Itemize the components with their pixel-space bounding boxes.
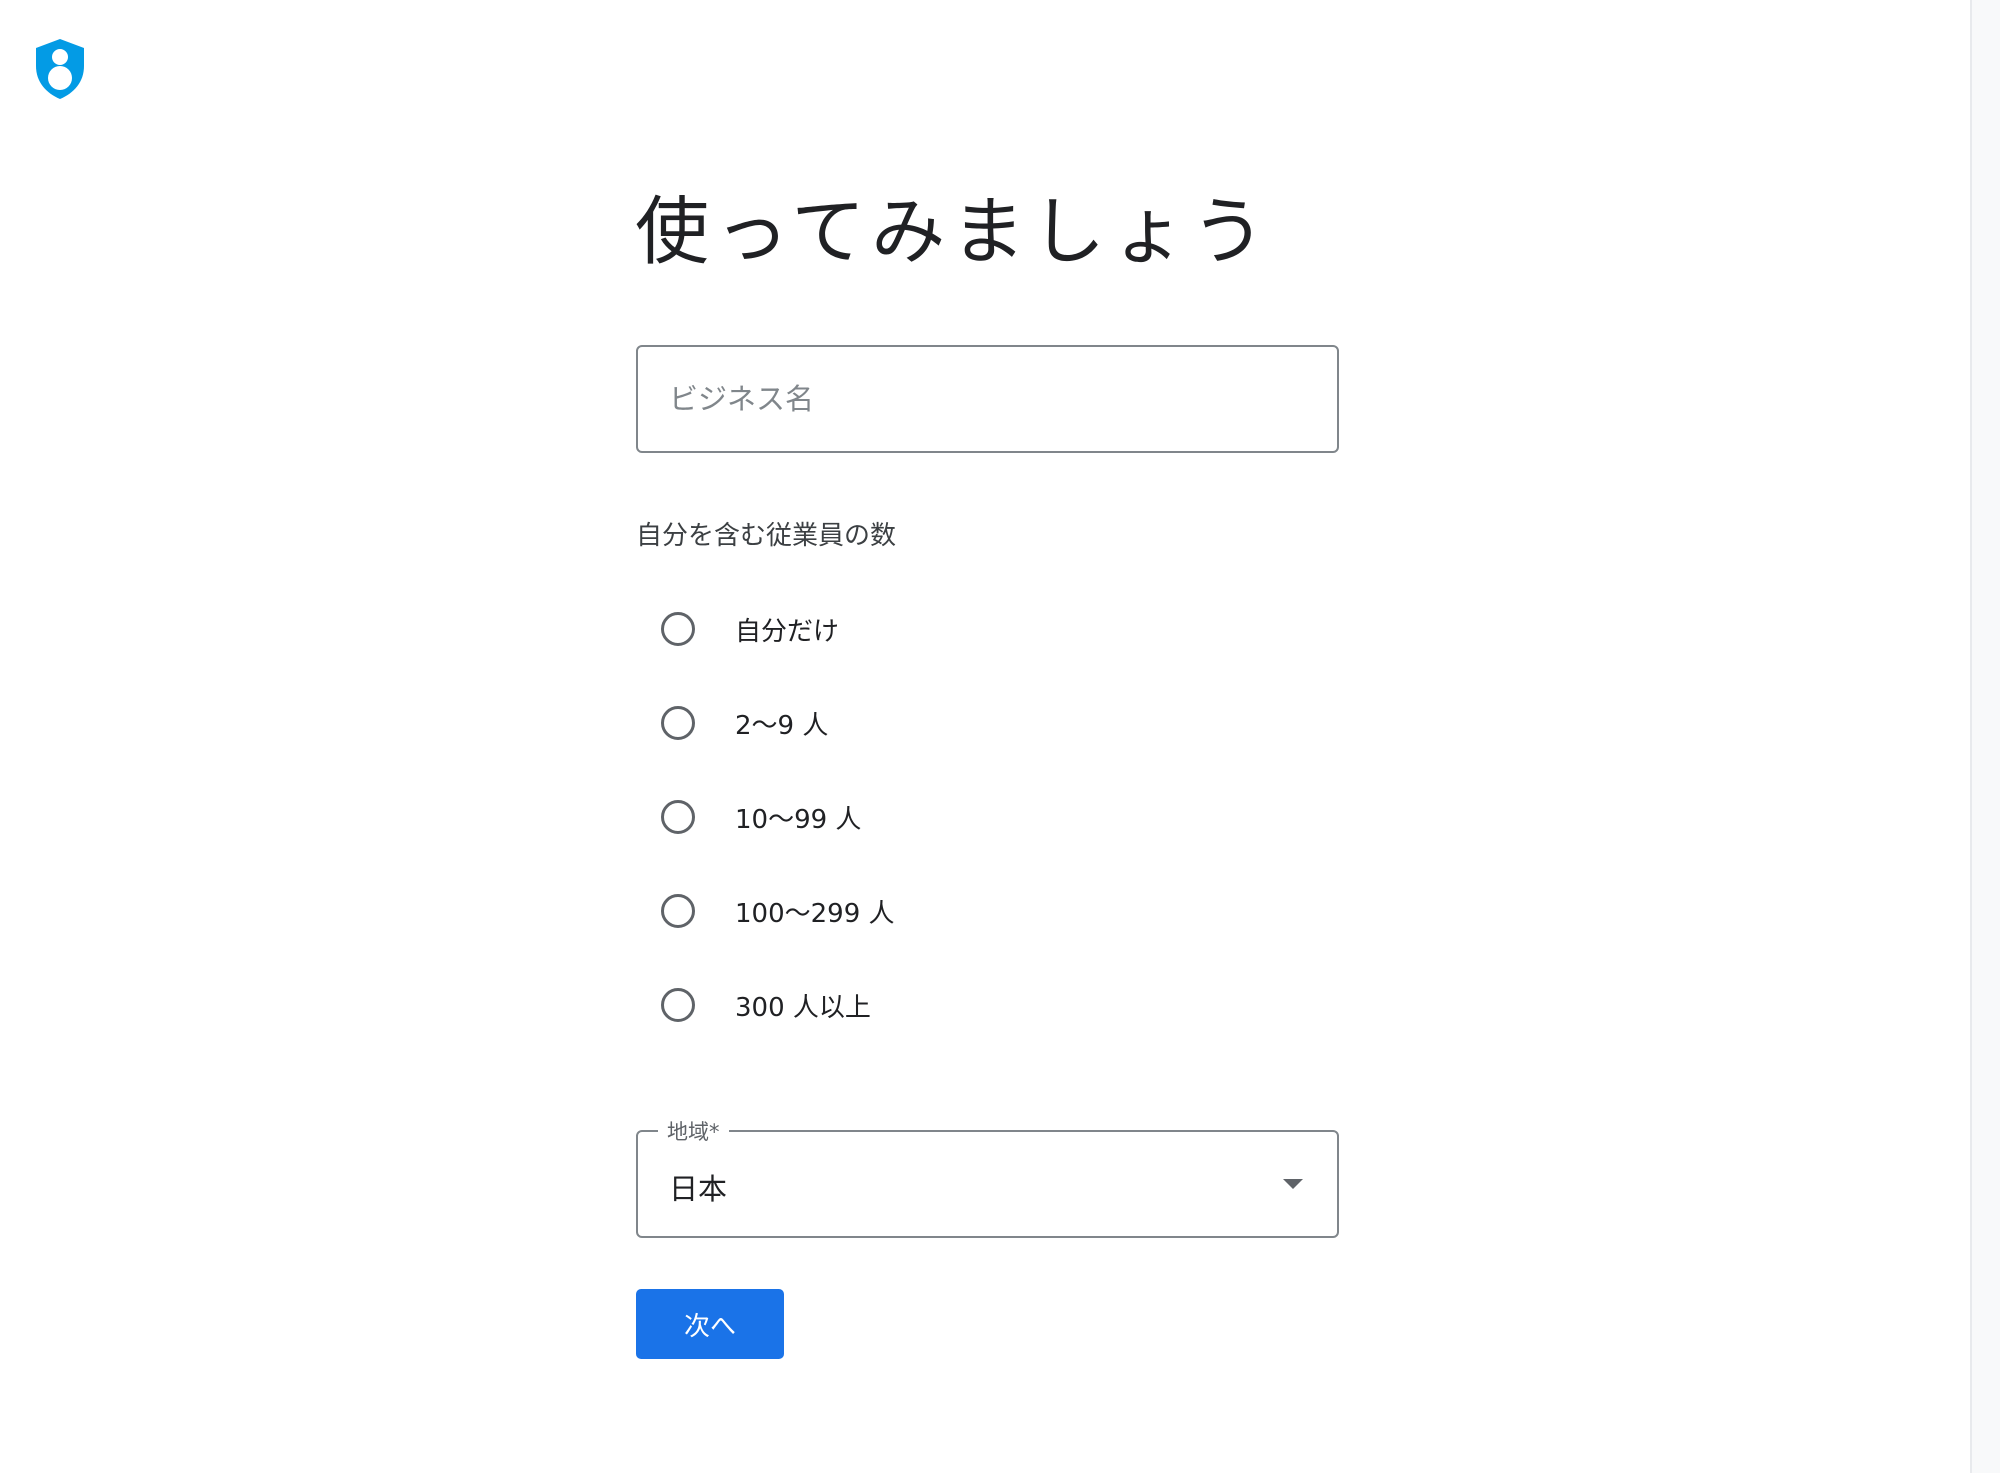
employee-option-label: 10〜99 人 [735, 804, 862, 835]
page-title: 使ってみましょう [635, 189, 1272, 275]
employee-option-10-99[interactable]: 10〜99 人 [661, 793, 861, 841]
radio-button[interactable] [661, 988, 695, 1022]
employee-option-100-299[interactable]: 100〜299 人 [661, 887, 895, 935]
region-label: 地域* [658, 1116, 729, 1146]
employee-option-just-me[interactable]: 自分だけ [661, 605, 839, 653]
employee-option-label: 300 人以上 [735, 992, 871, 1023]
next-button[interactable]: 次へ [636, 1289, 784, 1359]
business-name-field[interactable] [636, 345, 1339, 453]
employee-option-label: 2〜9 人 [735, 710, 829, 741]
signup-page: 使ってみましょう 自分を含む従業員の数 自分だけ 2〜9 人 10〜99 人 1… [0, 0, 2000, 1473]
radio-button[interactable] [661, 894, 695, 928]
employee-option-label: 100〜299 人 [735, 898, 895, 929]
arrow-drop-down-icon[interactable] [1283, 1179, 1303, 1189]
region-selected-value: 日本 [669, 1172, 728, 1206]
employee-option-300-plus[interactable]: 300 人以上 [661, 981, 871, 1029]
employee-option-2-9[interactable]: 2〜9 人 [661, 699, 828, 747]
radio-button[interactable] [661, 706, 695, 740]
region-select[interactable]: 地域* 日本 [636, 1116, 1339, 1238]
shield-person-icon [34, 38, 86, 100]
business-name-input[interactable] [638, 347, 1337, 451]
scrollbar-track[interactable] [1970, 0, 2000, 1473]
employee-option-label: 自分だけ [735, 616, 840, 647]
employee-count-label: 自分を含む従業員の数 [636, 521, 897, 551]
radio-button[interactable] [661, 800, 695, 834]
radio-button[interactable] [661, 612, 695, 646]
